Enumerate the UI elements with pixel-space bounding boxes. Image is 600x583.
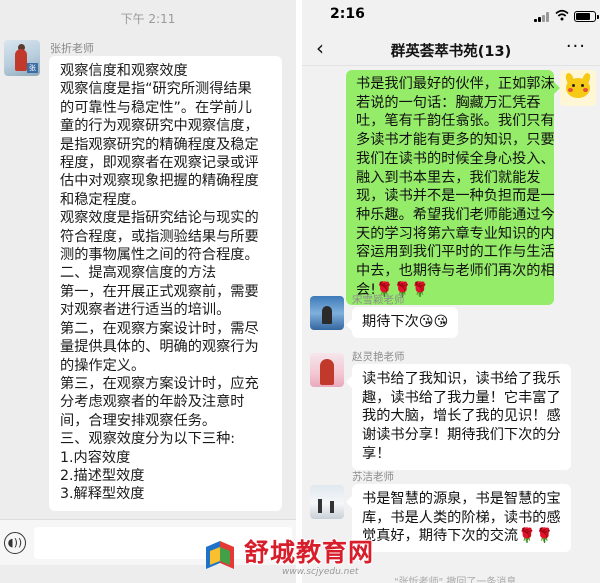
message-line: 享！ [362, 445, 391, 462]
message-line: 观察信度是指“研究所测得结果 [60, 81, 252, 98]
message-line: 我的大脑，增长了我的见识！感 [362, 408, 561, 425]
message-line: 的可靠性与稳定性”。在学前儿 [60, 99, 252, 116]
member-avatar[interactable] [310, 353, 344, 387]
message-line: 我们在读书的时候全身心投入、 [356, 150, 555, 167]
message-line: 观察信度和观察效度 [60, 63, 188, 79]
watermark-url: www.scjyedu.net [282, 567, 359, 577]
message-line: 吐，笔有千韵任翕张。我们只有 [356, 113, 555, 130]
book-logo-icon [206, 541, 234, 569]
message-line: 符合程度，或指测验结果与所要 [60, 228, 259, 245]
member-avatar[interactable] [310, 485, 344, 519]
avatar-cheek [568, 88, 573, 92]
wifi-icon [555, 9, 569, 21]
message-line: 第二，在观察方案设计时，需尽 [60, 320, 259, 337]
message-line: 书是智慧的源泉，书是智慧的宝 [362, 491, 561, 507]
message-line: 观察效度是指研究结论与现实的 [60, 210, 259, 227]
message-line: 现，读书并不是一种负担而是一 [356, 188, 555, 205]
chat-header: ‹ 群英荟萃书苑(13) ··· [302, 32, 600, 66]
right-chat-panel: 2:16 ‹ 群英荟萃书苑(13) ··· 书是我们最好的伙伴，正如郭沫 若说的一… [302, 0, 600, 583]
message-line: 是指观察研究的精确程度及稳定 [60, 136, 259, 153]
message-line: 和稳定程度。 [60, 191, 146, 208]
member-name: 赵灵艳老师 [352, 351, 405, 363]
left-chat-panel: 下午 2:11 张 张折老师 观察信度和观察效度观察信度是指“研究所测得结果 的可… [0, 0, 296, 583]
group-title: 群英荟萃书苑(13) [390, 44, 512, 60]
message-line: 库，书是人类的阶梯，读书的感 [362, 509, 561, 526]
status-bar: 2:16 [302, 0, 600, 30]
signal-icon [534, 12, 550, 22]
message-line: 谢读书分享！期待我们下次的分 [362, 427, 561, 444]
message-line: 天的学习将第六章专业知识的内 [356, 225, 555, 242]
sender-name: 张折老师 [50, 42, 94, 55]
watermark: 舒城教育网 www.scjyedu.net [196, 531, 406, 581]
message-line: 童的行为观察研究中观察信度， [60, 118, 259, 135]
message-line: 三、观察效度分为以下三种: [60, 431, 236, 448]
status-clock: 2:16 [330, 6, 365, 22]
message-timestamp: 下午 2:11 [120, 12, 176, 26]
message-line: 2.描述型效度 [60, 467, 145, 484]
avatar-figure [15, 49, 27, 71]
message-line: 多读书才能有更多的知识，只要 [356, 132, 555, 149]
message-line: 的操作定义。 [60, 357, 146, 374]
member-message-bubble[interactable]: 期待下次😘😘 [345, 307, 459, 338]
message-line: 中去，也期待与老师们再次的相 [356, 263, 555, 280]
member-name: 苏洁老师 [352, 471, 394, 483]
message-line: 读书给了我知识，读书给了我乐 [362, 371, 561, 387]
message-line: 第三，在观察方案设计时，应充 [60, 375, 259, 392]
message-line: 量提供具体的、明确的观察行为 [60, 339, 259, 356]
message-line: 3.解释型效度 [60, 486, 145, 503]
message-line: 趣，读书给了我力量！它丰富了 [362, 389, 561, 406]
message-line: 1.内容效度 [60, 449, 131, 466]
avatar-cheek [583, 88, 588, 92]
avatar-eye [572, 84, 575, 87]
message-line: 对观察者进行适当的培训。 [60, 302, 231, 319]
battery-icon [574, 11, 599, 22]
message-line: 融入到书本里去，我们就能发 [356, 169, 541, 186]
message-line: 书是我们最好的伙伴，正如郭沫 [356, 76, 555, 92]
voice-icon[interactable]: ◖)) [4, 532, 26, 554]
message-line: 测的事物属性之间的符合程度。 [60, 247, 259, 264]
message-line: 二、提高观察信度的方法 [60, 265, 217, 282]
message-line: 若说的一句话：胸藏万汇凭吞 [356, 94, 541, 111]
self-message-bubble[interactable]: 书是我们最好的伙伴，正如郭沫 若说的一句话：胸藏万汇凭吞 吐，笔有千韵任翕张。我们只… [346, 70, 560, 306]
message-line: 种乐趣。希望我们老师能通过今 [356, 206, 555, 223]
member-name: 宋雪颖老师 [352, 294, 405, 306]
message-line: 估中对观察现象把握的精确程度 [60, 173, 259, 190]
recall-notice: "张忻老师" 撤回了一条消息 [394, 577, 517, 583]
message-line: 容运用到我们平时的工作与生活 [356, 244, 555, 261]
more-icon[interactable]: ··· [566, 36, 586, 57]
self-avatar[interactable] [560, 70, 596, 106]
watermark-text: 舒城教育网 [244, 538, 375, 567]
message-line: 第一，在开展正式观察前，需要 [60, 283, 259, 300]
member-message-bubble[interactable]: 读书给了我知识，读书给了我乐 趣，读书给了我力量！它丰富了 我的大脑，增长了我的见识… [346, 364, 571, 470]
message-line: 期待下次😘😘 [362, 314, 449, 330]
message-bubble[interactable]: 观察信度和观察效度观察信度是指“研究所测得结果 的可靠性与稳定性”。在学前儿 童的行… [49, 56, 282, 511]
member-avatar[interactable] [310, 296, 344, 330]
avatar-tag: 张 [27, 63, 38, 73]
avatar-eye [581, 84, 584, 87]
message-line: 程度，即观察者在观察记录或评 [60, 155, 259, 172]
message-line: 分考虑观察者的年龄及注意时 [60, 394, 245, 411]
message-line: 间，合理安排观察任务。 [60, 412, 217, 429]
sender-avatar[interactable]: 张 [4, 40, 40, 76]
